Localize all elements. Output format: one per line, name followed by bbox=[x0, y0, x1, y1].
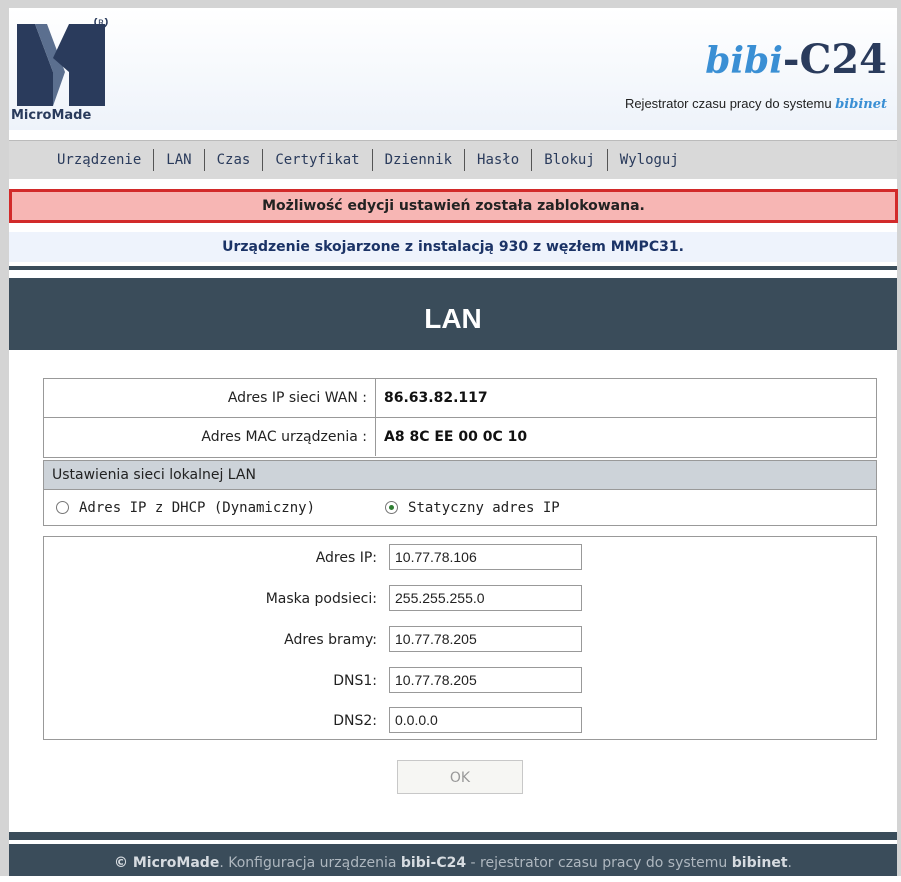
wan-row: Adres IP sieci WAN : 86.63.82.117 bbox=[44, 379, 876, 418]
dhcp-label[interactable]: Adres IP z DHCP (Dynamiczny) bbox=[79, 500, 315, 516]
page-header: R MicroMade bibi-C24 Rejestrator czasu p… bbox=[9, 8, 897, 130]
device-info-table: Adres IP sieci WAN : 86.63.82.117 Adres … bbox=[43, 378, 877, 458]
ok-button[interactable]: OK bbox=[397, 760, 523, 794]
nav-item-certyfikat[interactable]: Certyfikat bbox=[263, 152, 371, 168]
dns2-input[interactable]: 0.0.0.0 bbox=[389, 707, 582, 733]
footer-text2: - rejestrator czasu pracy do systemu bbox=[466, 855, 732, 871]
dns1-input[interactable]: 10.77.78.205 bbox=[389, 667, 582, 693]
static-ip-label[interactable]: Statyczny adres IP bbox=[408, 500, 560, 516]
brand-title: bibi-C24 bbox=[705, 36, 887, 83]
svg-text:R: R bbox=[98, 19, 104, 29]
locked-alert: Możliwość edycji ustawień została zablok… bbox=[9, 189, 898, 223]
mask-input[interactable]: 255.255.255.0 bbox=[389, 585, 582, 611]
footer-device: bibi-C24 bbox=[400, 855, 467, 871]
dns2-label: DNS2: bbox=[333, 713, 377, 729]
wan-label: Adres IP sieci WAN : bbox=[44, 379, 376, 417]
mac-value: A8 8C EE 00 0C 10 bbox=[384, 429, 528, 445]
gateway-label: Adres bramy: bbox=[284, 632, 377, 648]
logo-text: MicroMade bbox=[11, 108, 92, 123]
lan-form: Adres IP: 10.77.78.106 Maska podsieci: 2… bbox=[43, 536, 877, 740]
main-nav: Urządzenie LAN Czas Certyfikat Dziennik … bbox=[9, 140, 897, 179]
divider bbox=[9, 266, 897, 270]
nav-item-czas[interactable]: Czas bbox=[205, 152, 263, 168]
ip-row: Adres IP: 10.77.78.106 bbox=[44, 544, 878, 574]
footer-copyright: © MicroMade bbox=[114, 855, 220, 871]
brand-bibi: bibi bbox=[705, 40, 783, 82]
footer-text1: . Konfiguracja urządzenia bbox=[219, 855, 401, 871]
footer-system: bibinet bbox=[731, 855, 788, 871]
nav-item-dziennik[interactable]: Dziennik bbox=[373, 152, 464, 168]
nav-item-lan[interactable]: LAN bbox=[154, 152, 203, 168]
ip-mode-radios: Adres IP z DHCP (Dynamiczny) Statyczny a… bbox=[43, 490, 877, 526]
footer-divider bbox=[9, 832, 897, 840]
mac-row: Adres MAC urządzenia : A8 8C EE 00 0C 10 bbox=[44, 418, 876, 456]
nav-item-wyloguj[interactable]: Wyloguj bbox=[608, 152, 691, 168]
brand-suffix: -C24 bbox=[782, 36, 887, 83]
dns2-row: DNS2: 0.0.0.0 bbox=[44, 707, 878, 737]
wan-value: 86.63.82.117 bbox=[384, 390, 488, 406]
nav-item-blokuj[interactable]: Blokuj bbox=[532, 152, 607, 168]
nav-item-haslo[interactable]: Hasło bbox=[465, 152, 531, 168]
page-footer: © MicroMade. Konfiguracja urządzenia bib… bbox=[9, 844, 897, 876]
mask-label: Maska podsieci: bbox=[265, 591, 377, 607]
lan-section-title: Ustawienia sieci lokalnej LAN bbox=[43, 460, 877, 490]
mask-row: Maska podsieci: 255.255.255.0 bbox=[44, 585, 878, 615]
dns1-row: DNS1: 10.77.78.205 bbox=[44, 667, 878, 697]
gateway-input[interactable]: 10.77.78.205 bbox=[389, 626, 582, 652]
nav-item-urzadzenie[interactable]: Urządzenie bbox=[45, 152, 153, 168]
mac-label: Adres MAC urządzenia : bbox=[44, 418, 376, 456]
dns1-label: DNS1: bbox=[333, 673, 377, 689]
page-title: LAN bbox=[9, 278, 897, 350]
gateway-row: Adres bramy: 10.77.78.205 bbox=[44, 626, 878, 656]
tagline-text: Rejestrator czasu pracy do systemu bbox=[624, 96, 832, 111]
tagline-bibinet: bibinet bbox=[835, 97, 887, 112]
ip-input[interactable]: 10.77.78.106 bbox=[389, 544, 582, 570]
dhcp-radio[interactable] bbox=[56, 501, 69, 514]
installation-info: Urządzenie skojarzone z instalacją 930 z… bbox=[9, 232, 897, 262]
tagline: Rejestrator czasu pracy do systemu bibin… bbox=[625, 96, 887, 112]
footer-text3: . bbox=[787, 855, 792, 871]
static-ip-radio[interactable] bbox=[385, 501, 399, 514]
ip-label: Adres IP: bbox=[315, 550, 377, 566]
